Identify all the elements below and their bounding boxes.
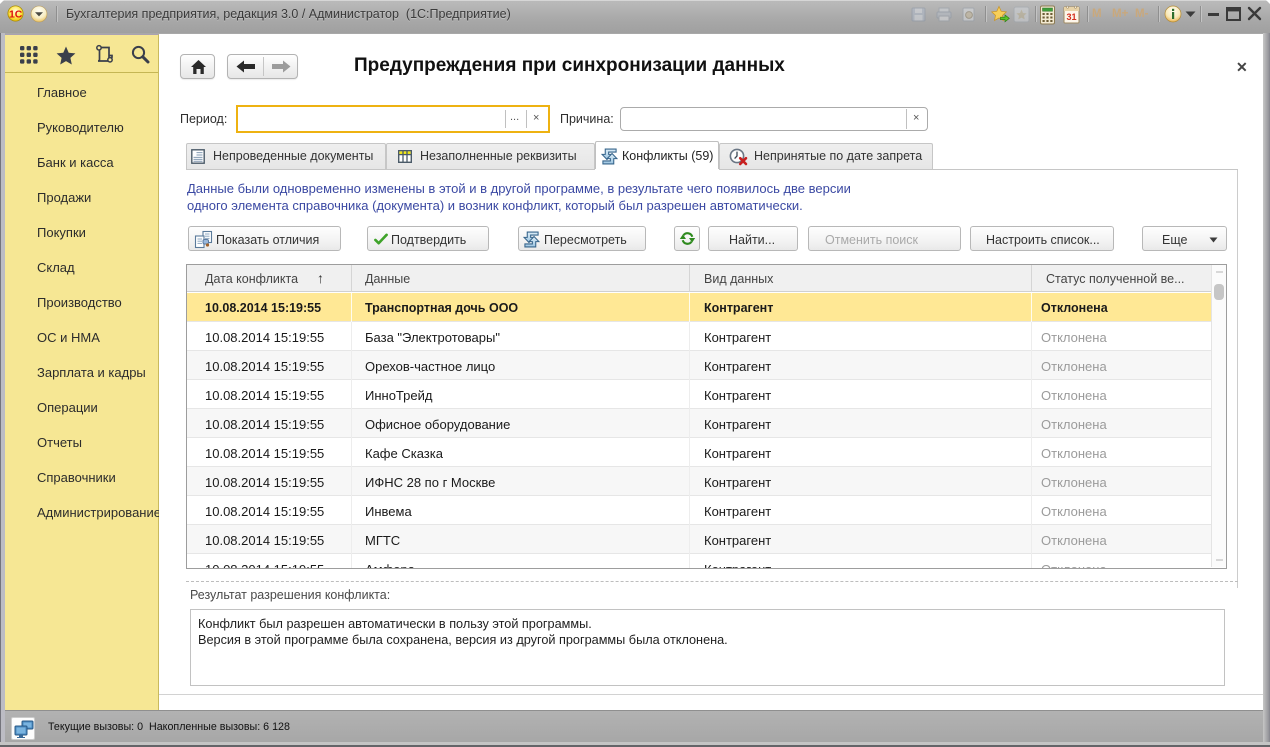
svg-text:1С: 1С xyxy=(9,8,23,20)
svg-text:31: 31 xyxy=(1066,12,1076,22)
